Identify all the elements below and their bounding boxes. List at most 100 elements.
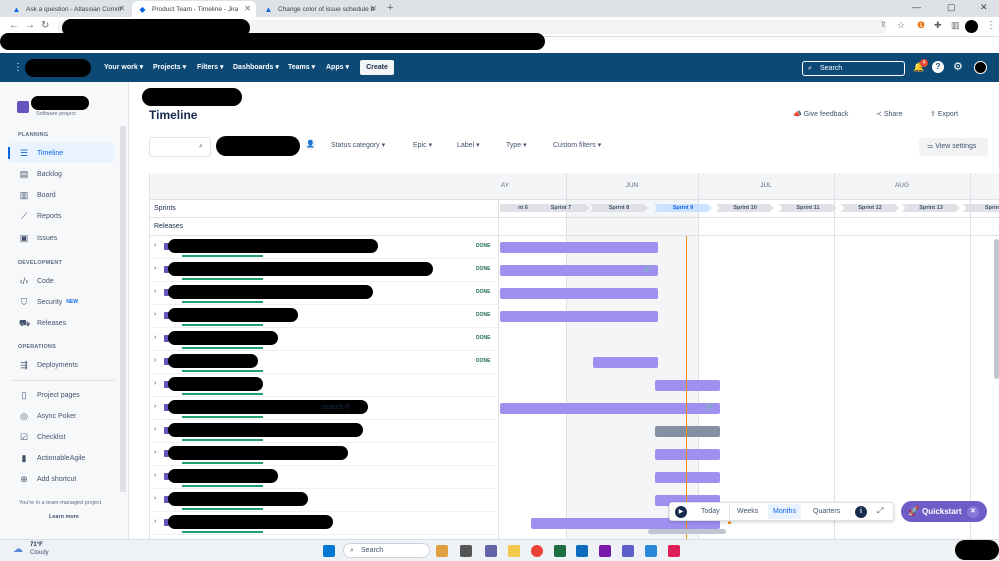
chevron-right-icon[interactable]: › (154, 242, 156, 249)
timeline-search-input[interactable]: ⌕ (149, 137, 211, 157)
chevron-right-icon[interactable]: › (154, 288, 156, 295)
widget-icon[interactable] (436, 545, 448, 557)
schedule-bar[interactable] (500, 288, 658, 299)
export-button[interactable]: ⇪ Export (930, 110, 958, 118)
create-button[interactable]: Create (360, 60, 394, 75)
task-view-icon[interactable] (460, 545, 472, 557)
sidebar-item-deployments[interactable]: ⇶ Deployments (8, 355, 114, 375)
app-icon[interactable] (645, 545, 657, 557)
nav-apps[interactable]: Apps ▾ (326, 63, 349, 71)
chevron-right-icon[interactable]: › (154, 403, 156, 410)
chevron-right-icon[interactable]: › (154, 449, 156, 456)
search-input[interactable]: ⌕ Search (802, 61, 905, 76)
sprint-chip[interactable]: Sprint 13 (902, 204, 960, 212)
schedule-bar[interactable] (500, 311, 658, 322)
taskbar-search[interactable]: ⌕ Search (343, 543, 430, 558)
zoom-months-button[interactable]: Months (768, 504, 801, 519)
sprint-chip[interactable]: Sprint 11 (779, 204, 837, 212)
bookmark-star-icon[interactable]: ☆ (897, 20, 905, 31)
filter-label[interactable]: Label ▾ (457, 141, 480, 149)
close-icon[interactable]: ✕ (118, 4, 125, 13)
close-icon[interactable]: ✕ (370, 4, 377, 13)
share-page-icon[interactable]: ⇪ (880, 20, 887, 29)
teams-icon[interactable] (622, 545, 634, 557)
extensions-puzzle-icon[interactable]: ✚ (934, 20, 942, 31)
horizontal-scrollbar[interactable] (648, 529, 726, 534)
browser-menu-icon[interactable]: ⋮ (986, 20, 996, 31)
sidebar-item-checklist[interactable]: ☑ Checklist (8, 427, 114, 447)
windows-start-icon[interactable] (323, 545, 335, 557)
nav-filters[interactable]: Filters ▾ (197, 63, 223, 71)
schedule-bar[interactable] (655, 472, 720, 483)
back-icon[interactable]: ← (9, 20, 19, 31)
sidebar-item-actionableagile[interactable]: ▮ ActionableAgile (8, 448, 114, 468)
window-close-icon[interactable]: ✕ (980, 2, 988, 13)
table-row[interactable]: › DONE (150, 328, 500, 351)
excel-icon[interactable] (554, 545, 566, 557)
sidebar-item-backlog[interactable]: ▤ Backlog (8, 164, 114, 184)
filter-type[interactable]: Type ▾ (506, 141, 527, 149)
schedule-bar[interactable] (655, 449, 720, 460)
chevron-right-icon[interactable]: › (154, 357, 156, 364)
chrome-icon[interactable] (531, 545, 543, 557)
table-row[interactable]: › DONE (150, 282, 500, 305)
sprint-chip[interactable]: Sprint 9 (654, 204, 712, 212)
help-icon[interactable]: ? (932, 61, 944, 73)
table-row[interactable]: › DONE (150, 305, 500, 328)
sidebar-scrollbar[interactable] (120, 126, 126, 492)
sidebar-item-project-pages[interactable]: ▯ Project pages (8, 385, 114, 405)
nav-your-work[interactable]: Your work ▾ (104, 63, 143, 71)
view-settings-button[interactable]: ⚌ View settings (919, 138, 988, 156)
chevron-right-icon[interactable]: › (154, 472, 156, 479)
sidebar-item-board[interactable]: ▥ Board (8, 185, 114, 205)
nav-dashboards[interactable]: Dashboards ▾ (233, 63, 279, 71)
schedule-bar[interactable] (655, 426, 720, 437)
sprint-chip[interactable]: Sprint 7 (532, 204, 590, 212)
chevron-right-icon[interactable]: › (154, 265, 156, 272)
filter-status-category[interactable]: Status category ▾ (331, 141, 385, 149)
table-row[interactable]: › (150, 489, 500, 512)
chevron-right-icon[interactable]: ▶ (675, 506, 687, 518)
browser-tab-change-color[interactable]: ▲ Change color of issue schedule b ✕ (258, 1, 382, 17)
table-row[interactable]: › (150, 466, 500, 489)
nav-teams[interactable]: Teams ▾ (288, 63, 315, 71)
sidebar-item-releases[interactable]: ⛟ Releases (8, 313, 114, 333)
side-panel-icon[interactable]: ▥ (951, 20, 960, 31)
chevron-right-icon[interactable]: › (154, 518, 156, 525)
sprint-chip[interactable]: Sprint 10 (716, 204, 774, 212)
sidebar-item-async-poker[interactable]: ◎ Async Poker (8, 406, 114, 426)
teams-chat-icon[interactable] (485, 545, 497, 557)
browser-tab-jira-timeline[interactable]: ◆ Product Team - Timeline - Jira ✕ (132, 1, 256, 17)
chevron-right-icon[interactable]: › (154, 380, 156, 387)
user-avatar[interactable] (974, 61, 987, 74)
nav-projects[interactable]: Projects ▾ (153, 63, 186, 71)
sprint-chip[interactable]: Sprin (963, 204, 999, 212)
table-row[interactable]: › (150, 443, 500, 466)
chevron-right-icon[interactable]: › (154, 426, 156, 433)
new-tab-icon[interactable]: + (387, 2, 393, 14)
sidebar-item-code[interactable]: ‹/› Code (8, 271, 114, 291)
slack-icon[interactable] (668, 545, 680, 557)
chevron-right-icon[interactable]: › (154, 495, 156, 502)
zoom-today-button[interactable]: Today (701, 508, 720, 515)
schedule-bar[interactable]: 🔗 (500, 265, 658, 276)
close-icon[interactable]: ✕ (244, 4, 251, 13)
sprint-chip[interactable]: Sprint 12 (841, 204, 899, 212)
filter-epic[interactable]: Epic ▾ (413, 141, 432, 149)
table-row[interactable]: › (150, 420, 500, 443)
onenote-icon[interactable] (599, 545, 611, 557)
table-row[interactable]: › (150, 512, 500, 535)
share-button[interactable]: ≺ Share (876, 110, 903, 118)
chevron-right-icon[interactable]: › (154, 334, 156, 341)
learn-more-link[interactable]: Learn more (49, 514, 79, 520)
table-row[interactable]: › (150, 374, 500, 397)
reload-icon[interactable]: ↻ (41, 20, 49, 31)
sidebar-item-add-shortcut[interactable]: ⊕ Add shortcut (8, 469, 114, 489)
forward-icon[interactable]: → (25, 20, 35, 31)
file-explorer-icon[interactable] (508, 545, 520, 557)
sprint-chip[interactable]: Sprint 8 (590, 204, 648, 212)
add-people-icon[interactable]: 👤 (305, 139, 316, 150)
schedule-bar[interactable]: 🔗 (500, 403, 720, 414)
table-row[interactable]: › search (f (150, 397, 500, 420)
profile-avatar[interactable] (965, 20, 978, 33)
